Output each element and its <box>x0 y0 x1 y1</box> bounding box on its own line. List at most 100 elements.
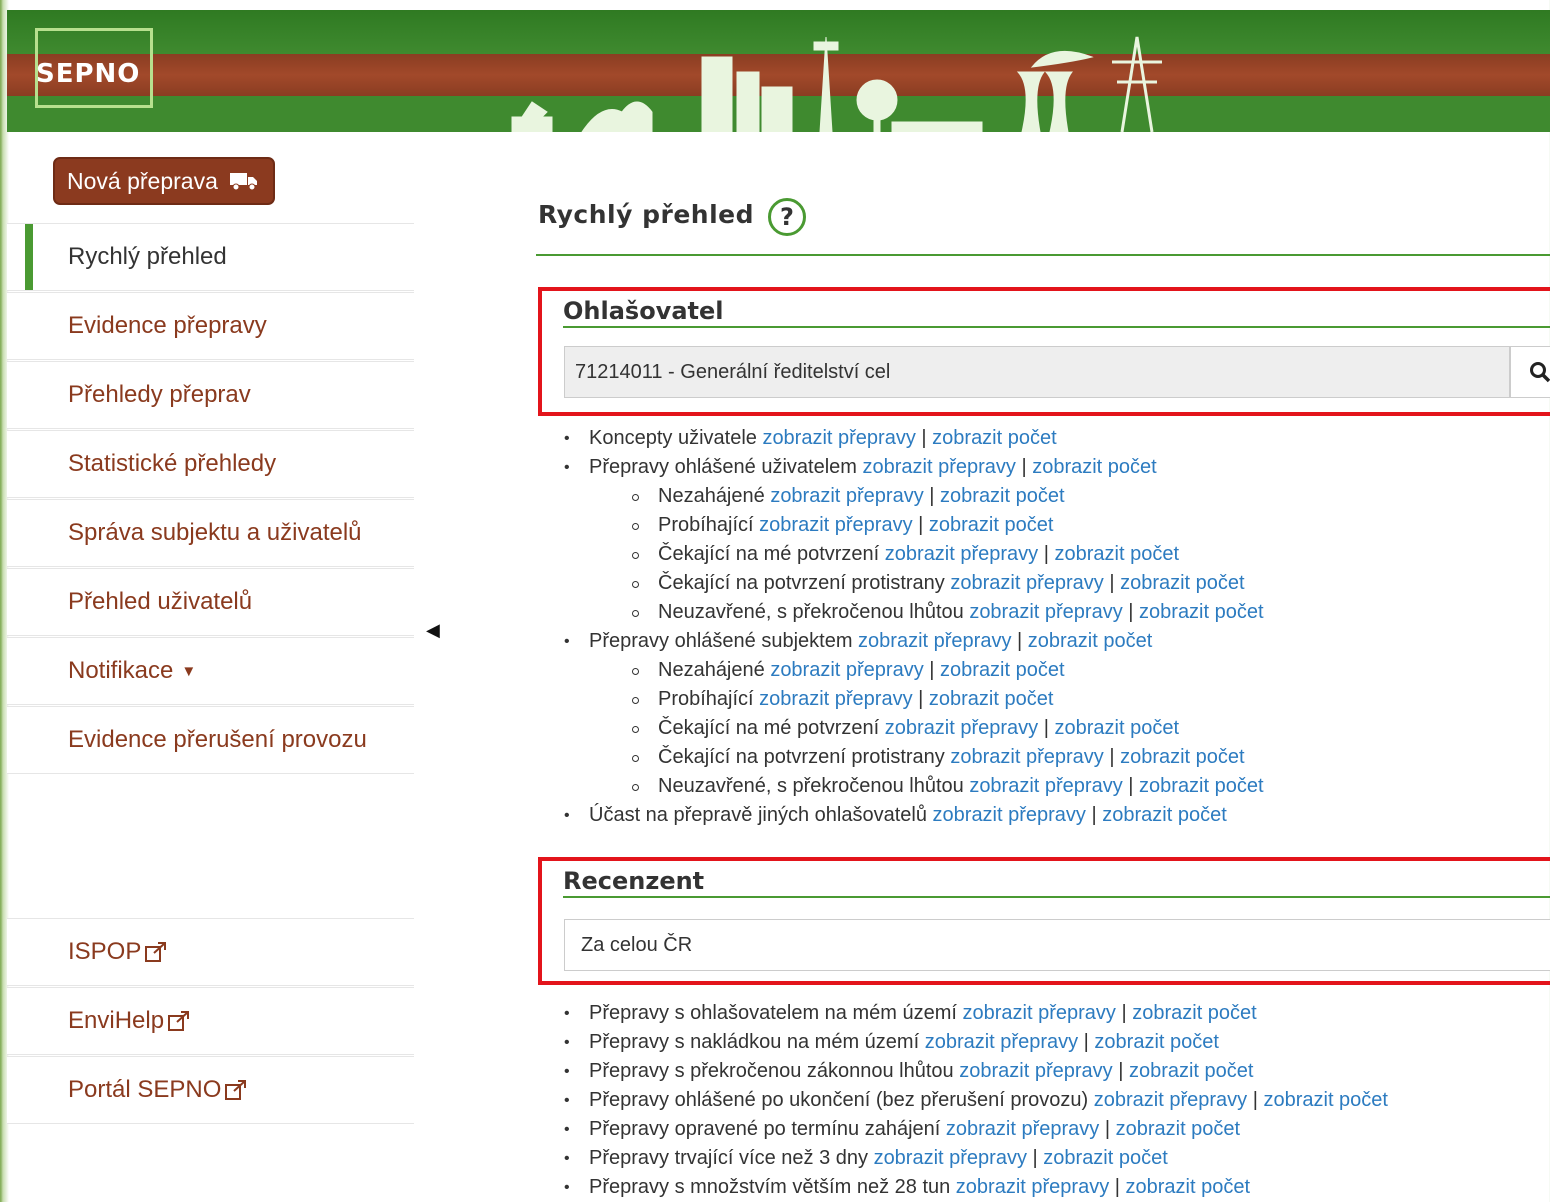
show-transports-link[interactable]: zobrazit přepravy <box>862 456 1015 478</box>
show-transports-link[interactable]: zobrazit přepravy <box>925 1031 1078 1053</box>
list-item: Přepravy s překročenou zákonnou lhůtou z… <box>560 1057 1388 1086</box>
list-item: Přepravy ohlášené subjektem zobrazit pře… <box>560 627 1264 656</box>
sidebar-item-prehled-uzivatelu[interactable]: Přehled uživatelů <box>7 568 414 636</box>
search-button[interactable] <box>1510 346 1550 398</box>
show-transports-link[interactable]: zobrazit přepravy <box>963 1002 1116 1024</box>
ohlasovatel-label: Ohlašovatel <box>563 297 724 325</box>
help-icon[interactable]: ? <box>768 198 806 236</box>
list-item-label: Přepravy s množstvím větším než 28 tun <box>589 1176 956 1198</box>
show-count-link[interactable]: zobrazit počet <box>1120 746 1245 768</box>
show-transports-link[interactable]: zobrazit přepravy <box>969 601 1122 623</box>
link-separator: | <box>912 514 929 536</box>
show-transports-link[interactable]: zobrazit přepravy <box>959 1060 1112 1082</box>
show-transports-link[interactable]: zobrazit přepravy <box>885 543 1038 565</box>
sidebar-item-prehledy-preprav[interactable]: Přehledy přeprav <box>7 361 414 429</box>
show-transports-link[interactable]: zobrazit přepravy <box>770 659 923 681</box>
sidebar-item-label: Evidence přepravy <box>68 312 267 339</box>
show-transports-link[interactable]: zobrazit přepravy <box>759 688 912 710</box>
sidebar-item-rychly-prehled[interactable]: Rychlý přehled <box>7 223 414 291</box>
header-banner: SEPNO <box>7 10 1550 132</box>
show-count-link[interactable]: zobrazit počet <box>1094 1031 1219 1053</box>
show-count-link[interactable]: zobrazit počet <box>1263 1089 1388 1111</box>
list-item-label: Přepravy ohlášené po ukončení (bez přeru… <box>589 1089 1094 1111</box>
list-item: Účast na přepravě jiných ohlašovatelů zo… <box>560 801 1264 830</box>
link-separator: | <box>1109 1176 1126 1198</box>
caret-down-icon: ▼ <box>181 662 197 680</box>
show-count-link[interactable]: zobrazit počet <box>1055 543 1180 565</box>
show-transports-link[interactable]: zobrazit přepravy <box>950 572 1103 594</box>
show-transports-link[interactable]: zobrazit přepravy <box>874 1147 1027 1169</box>
sidebar-item-notifikace[interactable]: Notifikace ▼ <box>7 637 414 705</box>
show-transports-link[interactable]: zobrazit přepravy <box>770 485 923 507</box>
list-item: Čekající na potvrzení protistrany zobraz… <box>560 569 1264 598</box>
sidebar-item-statisticke-prehledy[interactable]: Statistické přehledy <box>7 430 414 498</box>
title-divider <box>536 254 1550 256</box>
sidebar-collapse-icon[interactable]: ◀ <box>426 620 440 641</box>
external-link-portal-sepno[interactable]: Portál SEPNO <box>7 1056 414 1124</box>
sidebar-item-evidence-prepravy[interactable]: Evidence přepravy <box>7 292 414 360</box>
show-count-link[interactable]: zobrazit počet <box>940 659 1065 681</box>
list-item-label: Probíhající <box>658 514 760 536</box>
show-transports-link[interactable]: zobrazit přepravy <box>885 717 1038 739</box>
sidebar-item-evidence-preruseni[interactable]: Evidence přerušení provozu <box>7 706 414 774</box>
show-count-link[interactable]: zobrazit počet <box>1139 775 1264 797</box>
list-item-label: Účast na přepravě jiných ohlašovatelů <box>589 804 933 826</box>
new-transport-button[interactable]: Nová přeprava <box>53 157 275 205</box>
ohlasovatel-section: Ohlašovatel 71214011 - Generální ředitel… <box>538 287 1550 416</box>
show-count-link[interactable]: zobrazit počet <box>940 485 1065 507</box>
show-count-link[interactable]: zobrazit počet <box>1043 1147 1168 1169</box>
show-transports-link[interactable]: zobrazit přepravy <box>759 514 912 536</box>
section-divider <box>563 896 1550 898</box>
show-count-link[interactable]: zobrazit počet <box>1120 572 1245 594</box>
list-item: Přepravy ohlášené uživatelem zobrazit př… <box>560 453 1264 482</box>
link-separator: | <box>915 427 933 449</box>
show-count-link[interactable]: zobrazit počet <box>1132 1002 1257 1024</box>
list-item: Čekající na mé potvrzení zobrazit přepra… <box>560 714 1264 743</box>
show-transports-link[interactable]: zobrazit přepravy <box>946 1118 1099 1140</box>
sepno-logo[interactable]: SEPNO <box>35 28 153 108</box>
show-count-link[interactable]: zobrazit počet <box>1129 1060 1254 1082</box>
show-transports-link[interactable]: zobrazit přepravy <box>933 804 1086 826</box>
link-separator: | <box>1115 1002 1133 1024</box>
logo-text: SEPNO <box>36 59 141 89</box>
sidebar-item-label: Notifikace <box>68 657 174 684</box>
show-transports-link[interactable]: zobrazit přepravy <box>762 427 915 449</box>
sidebar-item-sprava-subjektu[interactable]: Správa subjektu a uživatelů <box>7 499 414 567</box>
show-transports-link[interactable]: zobrazit přepravy <box>858 630 1011 652</box>
show-count-link[interactable]: zobrazit počet <box>932 427 1057 449</box>
list-item-label: Probíhající <box>658 688 760 710</box>
show-count-link[interactable]: zobrazit počet <box>1028 630 1153 652</box>
show-transports-link[interactable]: zobrazit přepravy <box>969 775 1122 797</box>
recenzent-select[interactable]: Za celou ČR▼ <box>564 919 1550 971</box>
list-item: Přepravy trvající více než 3 dny zobrazi… <box>560 1144 1388 1173</box>
list-item: Nezahájené zobrazit přepravy | zobrazit … <box>560 482 1264 511</box>
show-count-link[interactable]: zobrazit počet <box>1032 456 1157 478</box>
show-count-link[interactable]: zobrazit počet <box>1126 1176 1251 1198</box>
link-separator: | <box>1103 572 1121 594</box>
show-transports-link[interactable]: zobrazit přepravy <box>956 1176 1109 1198</box>
list-item-label: Neuzavřené, s překročenou lhůtou <box>658 775 970 797</box>
show-count-link[interactable]: zobrazit počet <box>929 688 1054 710</box>
show-count-link[interactable]: zobrazit počet <box>1055 717 1180 739</box>
list-item-label: Přepravy s překročenou zákonnou lhůtou <box>589 1060 960 1082</box>
list-item: Probíhající zobrazit přepravy | zobrazit… <box>560 511 1264 540</box>
list-item-label: Čekající na mé potvrzení <box>658 717 885 739</box>
sidebar-item-label: Správa subjektu a uživatelů <box>68 519 362 546</box>
list-item-label: Přepravy ohlášené uživatelem <box>589 456 863 478</box>
show-count-link[interactable]: zobrazit počet <box>1139 601 1264 623</box>
show-count-link[interactable]: zobrazit počet <box>1102 804 1227 826</box>
show-count-link[interactable]: zobrazit počet <box>1116 1118 1241 1140</box>
external-link-label: EnviHelp <box>68 1007 165 1034</box>
ohlasovatel-field[interactable]: 71214011 - Generální ředitelství cel <box>564 346 1510 398</box>
section-divider <box>563 326 1550 328</box>
show-transports-link[interactable]: zobrazit přepravy <box>950 746 1103 768</box>
external-link-label: Portál SEPNO <box>68 1076 222 1103</box>
show-transports-link[interactable]: zobrazit přepravy <box>1094 1089 1247 1111</box>
external-link-envihelp[interactable]: EnviHelp <box>7 987 414 1055</box>
list-item-label: Čekající na potvrzení protistrany <box>658 746 951 768</box>
list-item: Neuzavřené, s překročenou lhůtou zobrazi… <box>560 772 1264 801</box>
list-item: Přepravy s nakládkou na mém území zobraz… <box>560 1028 1388 1057</box>
external-link-ispop[interactable]: ISPOP <box>7 918 414 986</box>
list-item-label: Neuzavřené, s překročenou lhůtou <box>658 601 970 623</box>
show-count-link[interactable]: zobrazit počet <box>929 514 1054 536</box>
